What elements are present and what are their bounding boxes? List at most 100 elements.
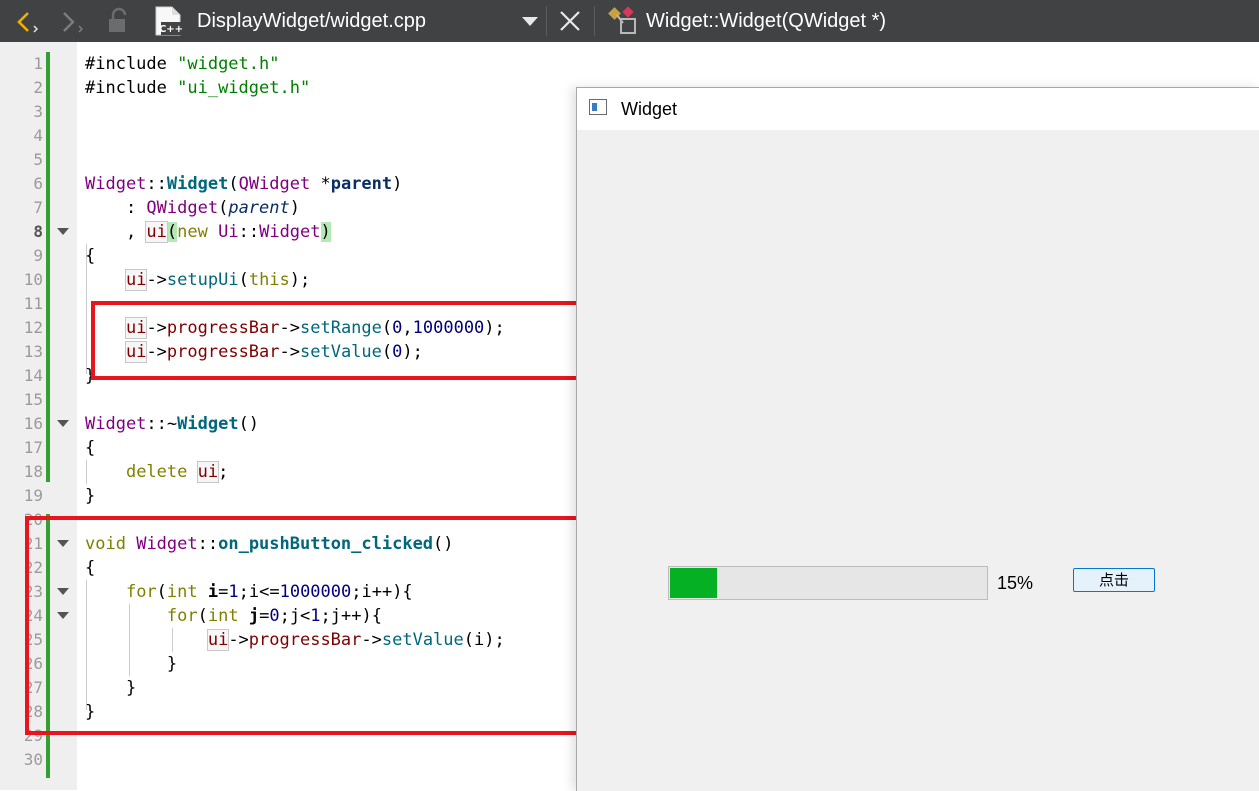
code-token: ::~: [146, 414, 178, 434]
line-number: 3: [33, 102, 43, 121]
code-token: ;: [218, 462, 229, 482]
line-number: 15: [23, 390, 43, 409]
code-token: QWidget: [238, 174, 311, 194]
click-button[interactable]: 点击: [1073, 568, 1155, 592]
code-token: ): [289, 198, 300, 218]
code-token: :: [85, 198, 147, 218]
code-token: #include: [85, 54, 178, 74]
window-titlebar[interactable]: Widget: [577, 88, 1259, 130]
line-number: 14: [23, 366, 43, 385]
code-token: parent: [228, 198, 290, 218]
file-name[interactable]: DisplayWidget/widget.cpp: [197, 0, 426, 42]
toolbar-separator: [594, 6, 595, 36]
code-token: QWidget: [146, 198, 219, 218]
line-number: 13: [23, 342, 43, 361]
code-line: {: [85, 436, 95, 460]
line-number: 6: [33, 174, 43, 193]
line-number: 19: [23, 486, 43, 505]
code-token: Ui: [218, 222, 239, 242]
caret-down-icon[interactable]: [520, 14, 540, 28]
cpp-file-icon: C++: [155, 6, 183, 36]
code-line: }: [85, 484, 95, 508]
chevron-right-icon[interactable]: [60, 9, 86, 35]
code-token: Widget: [177, 414, 239, 434]
code-line: Widget::Widget(QWidget *parent): [85, 172, 402, 196]
code-token: new: [177, 222, 208, 242]
code-line: {: [85, 244, 95, 268]
code-token: ->: [146, 270, 167, 290]
fold-arrow-icon[interactable]: [57, 420, 69, 427]
code-token: ::: [146, 174, 167, 194]
code-line: #include "ui_widget.h": [85, 76, 310, 100]
code-line: ui->setupUi(this);: [85, 268, 310, 292]
change-marker: [46, 52, 50, 482]
code-token: Widget: [85, 174, 147, 194]
code-token: *: [310, 174, 331, 194]
code-token: setupUi: [166, 270, 239, 290]
chevron-left-icon[interactable]: [14, 9, 40, 35]
code-line: delete ui;: [85, 460, 228, 484]
code-token: (: [166, 222, 178, 242]
class-symbol-icon: [608, 6, 636, 34]
line-number: 7: [33, 198, 43, 217]
window-icon: [589, 99, 607, 115]
current-line-number: 8: [33, 222, 43, 241]
code-token: Widget: [85, 414, 147, 434]
code-token: ,: [85, 222, 147, 242]
code-token: ui: [196, 461, 220, 483]
code-token: parent: [330, 174, 393, 194]
code-token: (): [238, 414, 260, 434]
highlight-box-setup: [91, 301, 613, 380]
code-token: (: [218, 198, 229, 218]
code-token: ): [392, 174, 403, 194]
progress-bar: [668, 566, 988, 600]
highlight-box-slot: [25, 516, 608, 735]
line-number: 1: [33, 54, 43, 73]
line-number: 10: [23, 270, 43, 289]
line-number: 2: [33, 78, 43, 97]
code-line: : QWidget(parent): [85, 196, 300, 220]
function-name[interactable]: Widget::Widget(QWidget *): [646, 0, 886, 42]
progress-fill: [670, 568, 717, 598]
progress-text: 15%: [997, 573, 1034, 593]
code-line: Widget::~Widget(): [85, 412, 259, 436]
close-icon[interactable]: [558, 9, 582, 33]
code-token: ::: [238, 222, 260, 242]
line-number: 9: [33, 246, 43, 265]
code-token: ui: [145, 221, 168, 243]
line-number: 11: [23, 294, 43, 313]
line-number: 17: [23, 438, 43, 457]
line-number: 5: [33, 150, 43, 169]
code-token: (: [228, 174, 239, 194]
code-token: {: [85, 246, 96, 266]
lock-icon[interactable]: [105, 7, 131, 35]
line-number: 4: [33, 126, 43, 145]
code-token: }: [85, 486, 96, 506]
code-token: {: [85, 438, 96, 458]
code-token: delete: [125, 462, 188, 482]
code-token: (: [238, 270, 249, 290]
code-line-current: , ui(new Ui::Widget): [85, 220, 331, 244]
line-number: 16: [23, 414, 43, 433]
toolbar-separator: [546, 6, 547, 36]
code-token: Widget: [166, 174, 229, 194]
code-token: "widget.h": [177, 54, 280, 74]
code-token: ui: [124, 269, 148, 291]
svg-text:C++: C++: [159, 24, 183, 35]
code-line: #include "widget.h": [85, 52, 279, 76]
code-token: this: [248, 270, 290, 290]
widget-window: Widget 15% 点击: [576, 87, 1259, 791]
line-number: 18: [23, 462, 43, 481]
fold-arrow-icon[interactable]: [57, 228, 69, 235]
code-token: ): [320, 222, 331, 242]
code-token: );: [289, 270, 311, 290]
code-token: #include: [85, 78, 178, 98]
code-token: "ui_widget.h": [177, 78, 311, 98]
code-token: Widget: [259, 222, 321, 242]
editor-toolbar: C++ DisplayWidget/widget.cpp Widget::Wid…: [0, 0, 1259, 42]
line-number: 30: [23, 750, 43, 769]
window-title: Widget: [621, 99, 678, 119]
